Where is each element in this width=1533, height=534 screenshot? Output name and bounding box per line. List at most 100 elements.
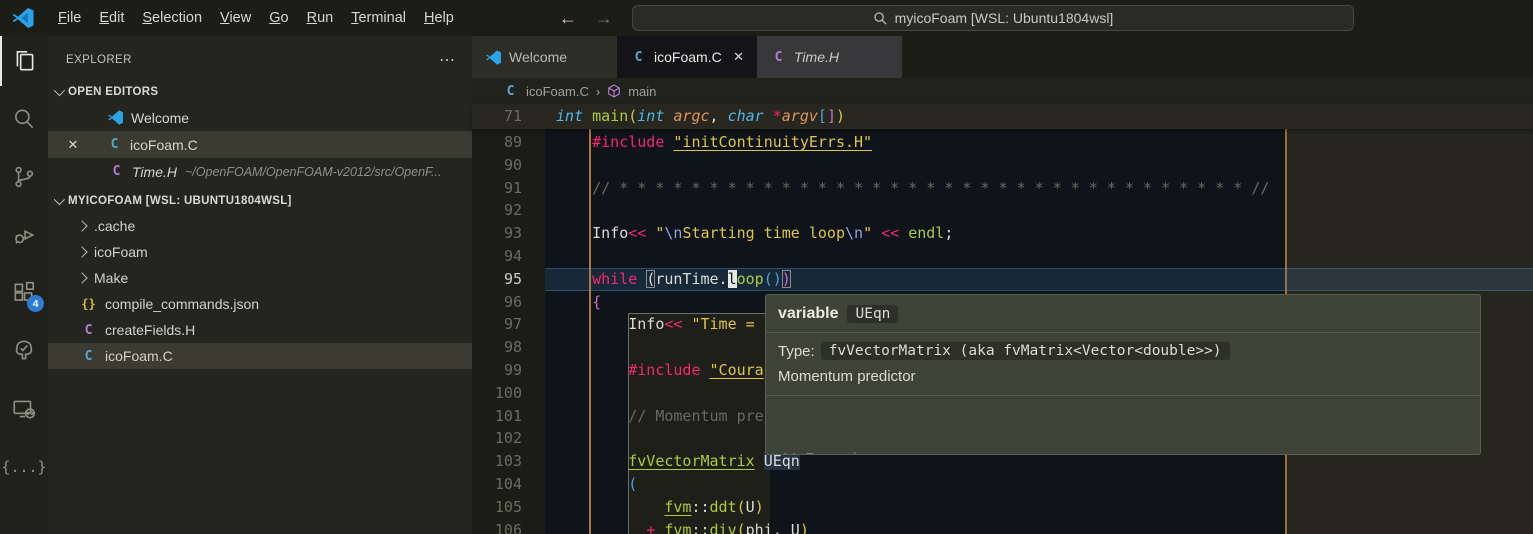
- tree-item-make[interactable]: Make: [48, 265, 472, 291]
- tree-item-compile-commands[interactable]: {} compile_commands.json: [48, 291, 472, 317]
- sticky-line-code: int main(int argc, char *argv[]): [556, 104, 845, 129]
- close-icon[interactable]: ✕: [60, 137, 86, 153]
- activity-bar: 4 {...}: [0, 36, 48, 534]
- chevron-right-icon: [76, 272, 87, 283]
- command-center-search[interactable]: myicoFoam [WSL: Ubuntu1804wsl]: [632, 5, 1354, 31]
- command-center-label: myicoFoam [WSL: Ubuntu1804wsl]: [895, 10, 1114, 26]
- json-file-icon: {}: [80, 296, 97, 313]
- breadcrumb-file[interactable]: icoFoam.C: [526, 84, 589, 99]
- line-number: 96: [472, 291, 522, 314]
- editor-group: Welcome C icoFoam.C ✕ C Time.H C icoFoam…: [472, 36, 1533, 534]
- project-section-header[interactable]: MYICOFOAM [WSL: UBUNTU1804WSL]: [48, 189, 472, 213]
- line-number: 104: [472, 473, 522, 496]
- hover-symbol-kind: variable: [778, 305, 838, 323]
- line-code: {: [556, 293, 601, 311]
- chevron-right-icon: [76, 220, 87, 231]
- tab-timeh[interactable]: C Time.H: [757, 36, 902, 78]
- c-header-file-icon: C: [108, 163, 125, 180]
- title-bar: File Edit Selection View Go Run Terminal…: [0, 0, 1533, 36]
- code-line-91[interactable]: 91 // * * * * * * * * * * * * * * * * * …: [472, 177, 1533, 200]
- chevron-down-icon: [54, 85, 65, 96]
- c-source-file-icon: C: [80, 348, 97, 365]
- symbol-cube-icon: [607, 84, 621, 98]
- open-editor-icofoam[interactable]: ✕ C icoFoam.C: [48, 131, 472, 158]
- code-line-94[interactable]: 94: [472, 245, 1533, 268]
- open-editors-header[interactable]: OPEN EDITORS: [48, 80, 472, 104]
- code-line-104[interactable]: 104 (: [472, 473, 1533, 496]
- code-line-92[interactable]: 92: [472, 199, 1533, 222]
- line-number: 105: [472, 496, 522, 519]
- chevron-down-icon: [54, 194, 65, 205]
- tab-icofoam[interactable]: C icoFoam.C ✕: [617, 36, 757, 78]
- menu-edit[interactable]: Edit: [90, 6, 133, 30]
- menu-selection[interactable]: Selection: [133, 6, 211, 30]
- menu-go[interactable]: Go: [260, 6, 297, 30]
- code-line-95[interactable]: 95 while (runTime.loop()): [472, 268, 1533, 291]
- remote-explorer-icon[interactable]: [0, 384, 48, 434]
- line-number: 102: [472, 427, 522, 450]
- test-tree-icon[interactable]: [0, 326, 48, 376]
- tab-welcome[interactable]: Welcome: [472, 36, 617, 78]
- c-header-file-icon: C: [80, 322, 97, 339]
- search-icon: [873, 11, 888, 26]
- line-code: fvm::ddt(U): [556, 498, 764, 516]
- sticky-line-number: 71: [472, 104, 522, 129]
- hover-type-value: fvVectorMatrix (aka fvMatrix<Vector<doub…: [821, 342, 1230, 360]
- code-line-105[interactable]: 105 fvm::ddt(U): [472, 496, 1533, 519]
- search-sidebar-icon[interactable]: [0, 94, 48, 144]
- open-editor-timeh[interactable]: C Time.H ~/OpenFOAM/OpenFOAM-v2012/src/O…: [48, 158, 472, 185]
- close-icon[interactable]: ✕: [733, 49, 744, 65]
- open-editor-welcome[interactable]: Welcome: [48, 104, 472, 131]
- vscode-logo-icon: [107, 109, 124, 126]
- sidebar-title: EXPLORER: [66, 54, 132, 66]
- breadcrumb-symbol[interactable]: main: [628, 84, 656, 99]
- file-path-hint: ~/OpenFOAM/OpenFOAM-v2012/src/OpenF...: [185, 165, 441, 179]
- navigate-back-icon[interactable]: ←: [559, 8, 577, 29]
- line-number: 100: [472, 382, 522, 405]
- sidebar-more-actions-icon[interactable]: ⋯: [439, 50, 456, 70]
- menu-terminal[interactable]: Terminal: [342, 6, 415, 30]
- hover-type-label: Type:: [778, 343, 815, 360]
- line-number: 101: [472, 405, 522, 428]
- menu-bar: File Edit Selection View Go Run Terminal…: [49, 6, 463, 30]
- navigate-forward-icon[interactable]: →: [595, 8, 613, 29]
- braces-panel-icon[interactable]: {...}: [0, 442, 48, 492]
- code-line-93[interactable]: 93 Info<< "\nStarting time loop\n" << en…: [472, 222, 1533, 245]
- hover-tooltip[interactable]: variable UEqn Type: fvVectorMatrix (aka …: [765, 294, 1481, 455]
- tree-item-cache[interactable]: .cache: [48, 213, 472, 239]
- line-code: // Momentum pre: [556, 407, 764, 425]
- line-number: 94: [472, 245, 522, 268]
- menu-help[interactable]: Help: [415, 6, 463, 30]
- sticky-scroll-line[interactable]: 71 int main(int argc, char *argv[]): [472, 104, 1533, 129]
- hover-code-comment: // In main: [778, 448, 1468, 455]
- explorer-sidebar: EXPLORER ⋯ OPEN EDITORS Welcome ✕ C icoF…: [48, 36, 472, 534]
- c-source-file-icon: C: [106, 136, 123, 153]
- explorer-icon[interactable]: [0, 36, 48, 86]
- line-number: 97: [472, 313, 522, 336]
- code-line-90[interactable]: 90: [472, 154, 1533, 177]
- line-number: 92: [472, 199, 522, 222]
- menu-file[interactable]: File: [49, 6, 90, 30]
- line-code: (: [556, 475, 637, 493]
- line-code: Info<< "\nStarting time loop\n" << endl;: [556, 224, 953, 242]
- code-line-89[interactable]: 89 #include "initContinuityErrs.H": [472, 131, 1533, 154]
- menu-view[interactable]: View: [211, 6, 260, 30]
- run-debug-icon[interactable]: [0, 210, 48, 260]
- line-code: + fvm::div(phi, U): [556, 521, 809, 534]
- tree-item-icofoam-folder[interactable]: icoFoam: [48, 239, 472, 265]
- line-number: 98: [472, 336, 522, 359]
- breadcrumb[interactable]: C icoFoam.C › main: [472, 78, 1533, 104]
- tree-item-createfields[interactable]: C createFields.H: [48, 317, 472, 343]
- source-control-icon[interactable]: [0, 152, 48, 202]
- c-source-file-icon: C: [630, 49, 647, 66]
- line-number: 103: [472, 450, 522, 473]
- extensions-icon[interactable]: 4: [0, 268, 48, 318]
- chevron-right-icon: [76, 246, 87, 257]
- tree-item-icofoam-file[interactable]: C icoFoam.C: [48, 343, 472, 369]
- menu-run[interactable]: Run: [298, 6, 343, 30]
- vscode-logo-icon: [485, 49, 502, 66]
- code-line-106[interactable]: 106 + fvm::div(phi, U): [472, 519, 1533, 534]
- vscode-logo-icon: [11, 6, 35, 30]
- line-code: fvVectorMatrix UEqn: [556, 452, 800, 470]
- line-code: Info<< "Time =: [556, 315, 764, 333]
